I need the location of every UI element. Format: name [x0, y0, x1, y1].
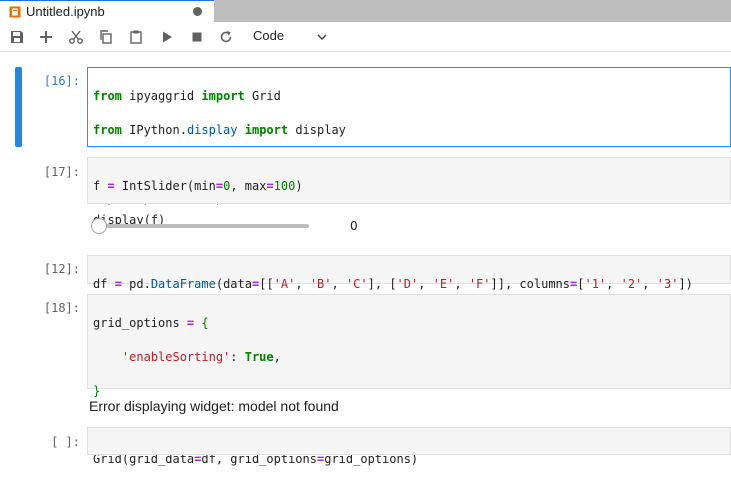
int-slider-track[interactable] — [97, 224, 309, 228]
int-slider-handle[interactable] — [91, 218, 107, 234]
restart-button[interactable] — [217, 28, 235, 46]
code-line: df = pd.DataFrame(data=[['A', 'B', 'C'],… — [93, 277, 693, 291]
restart-icon — [220, 30, 232, 43]
run-icon — [163, 31, 172, 43]
code-line: from ipyaggrid import Grid — [93, 89, 281, 103]
cell-prompt: [12]: — [43, 262, 80, 276]
stop-icon — [192, 32, 202, 42]
copy-button[interactable] — [97, 28, 115, 46]
tab-title: Untitled.ipynb — [26, 4, 105, 19]
cell-type-dropdown[interactable]: Code — [246, 27, 332, 47]
cell-prompt: [16]: — [43, 74, 80, 88]
copy-icon — [100, 30, 112, 44]
code-cell-editor[interactable]: grid_options = { 'enableSorting': True, … — [87, 294, 731, 466]
code-line: f = IntSlider(min=0, max=100) — [93, 179, 303, 193]
code-cell-editor[interactable]: from ipyaggrid import Grid from IPython.… — [87, 67, 731, 205]
code-cell-editor[interactable]: df = pd.DataFrame(data=[['A', 'B', 'C'],… — [87, 255, 731, 291]
notebook-toolbar: Code — [0, 22, 731, 52]
save-button[interactable] — [8, 28, 26, 46]
run-button[interactable] — [158, 28, 176, 46]
cell-prompt: [ ]: — [51, 435, 80, 449]
notebook-icon — [9, 6, 21, 18]
code-line: 'enableSorting': True, — [121, 350, 281, 364]
paste-button[interactable] — [127, 28, 145, 46]
cut-icon — [69, 30, 83, 44]
save-icon — [11, 31, 23, 43]
code-line: grid_options = { — [93, 316, 209, 330]
cut-button[interactable] — [67, 28, 85, 46]
code-cell-editor[interactable]: f = IntSlider(min=0, max=100) display(f) — [87, 157, 731, 227]
cell-type-label: Code — [253, 28, 285, 43]
code-line: from IPython.display import display — [93, 123, 346, 137]
stop-button[interactable] — [188, 28, 206, 46]
add-icon — [40, 31, 52, 43]
add-cell-button[interactable] — [37, 28, 55, 46]
slider-value-readout[interactable]: 0 — [350, 219, 358, 233]
cell-prompt: [17]: — [43, 165, 80, 179]
cell-prompt: [18]: — [43, 301, 80, 315]
widget-error-output: Error displaying widget: model not found — [89, 398, 339, 414]
paste-icon — [130, 30, 142, 44]
unsaved-indicator-icon[interactable] — [193, 7, 202, 16]
chevron-down-icon — [317, 34, 327, 41]
notebook-tab[interactable]: Untitled.ipynb — [0, 0, 214, 22]
code-cell-editor[interactable] — [87, 427, 731, 455]
tab-bar: Untitled.ipynb — [0, 0, 731, 22]
